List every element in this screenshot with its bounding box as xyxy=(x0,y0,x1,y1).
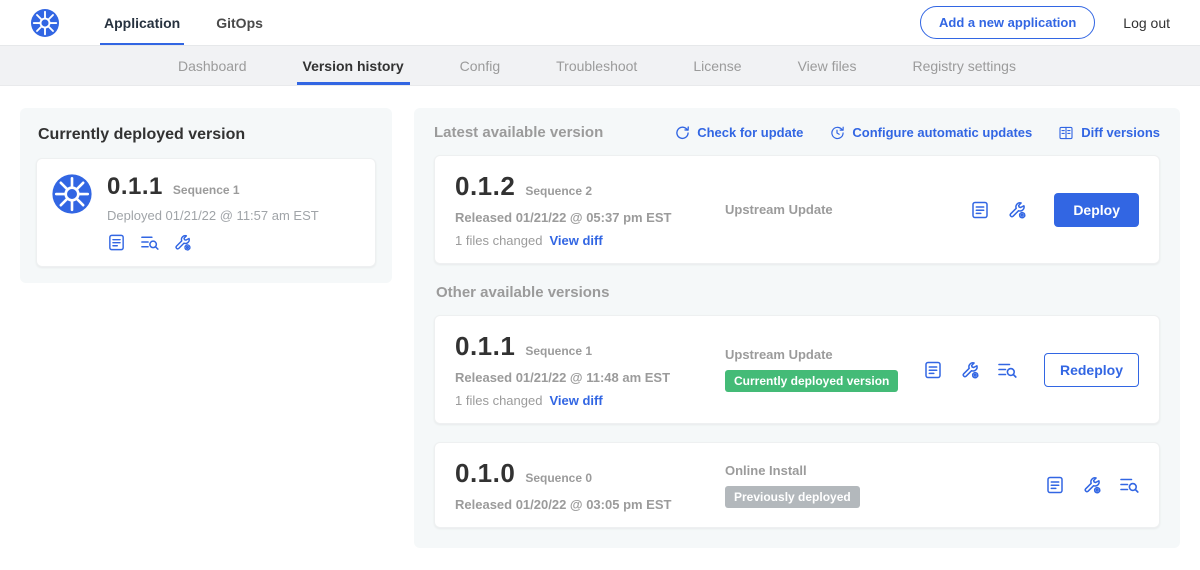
subnav-item-license[interactable]: License xyxy=(665,46,769,85)
app-subnav: Dashboard Version history Config Trouble… xyxy=(0,46,1200,86)
released-timestamp: Released 01/20/22 @ 03:05 pm EST xyxy=(455,497,717,512)
file-diff-icon[interactable] xyxy=(140,233,159,252)
config-icon[interactable] xyxy=(1007,200,1027,220)
sequence-label: Sequence 2 xyxy=(525,184,592,198)
diff-versions-label: Diff versions xyxy=(1081,125,1160,140)
app-logo-icon xyxy=(51,173,93,215)
deployed-version-number: 0.1.1 xyxy=(107,173,163,201)
tab-application[interactable]: Application xyxy=(86,0,198,45)
previously-deployed-badge: Previously deployed xyxy=(725,486,860,508)
files-changed-label: 1 files changed xyxy=(455,233,542,248)
version-source: Upstream Update Currently deployed versi… xyxy=(717,347,923,392)
currently-deployed-badge: Currently deployed version xyxy=(725,370,898,392)
configure-automatic-updates-link[interactable]: Configure automatic updates xyxy=(829,125,1032,141)
version-number: 0.1.2 xyxy=(455,171,515,202)
source-label: Upstream Update xyxy=(725,202,970,217)
deployed-version-info: 0.1.1 Sequence 1 Deployed 01/21/22 @ 11:… xyxy=(107,173,319,252)
add-application-button[interactable]: Add a new application xyxy=(920,6,1095,39)
version-number: 0.1.0 xyxy=(455,458,515,489)
main-tabs: Application GitOps xyxy=(86,0,281,45)
source-label: Online Install xyxy=(725,463,1045,478)
version-card-0-1-1: 0.1.1 Sequence 1 Released 01/21/22 @ 11:… xyxy=(434,315,1160,424)
subnav-item-troubleshoot[interactable]: Troubleshoot xyxy=(528,46,665,85)
tab-gitops[interactable]: GitOps xyxy=(198,0,281,45)
view-diff-link[interactable]: View diff xyxy=(549,233,602,248)
panel-header-actions: Check for update Configure automatic upd… xyxy=(674,125,1160,141)
deployed-actions xyxy=(107,233,319,252)
diff-versions-link[interactable]: Diff versions xyxy=(1058,125,1160,141)
latest-available-title: Latest available version xyxy=(434,124,603,141)
files-changed-label: 1 files changed xyxy=(455,393,542,408)
file-diff-icon[interactable] xyxy=(1119,475,1139,495)
released-timestamp: Released 01/21/22 @ 05:37 pm EST xyxy=(455,210,717,225)
logout-link[interactable]: Log out xyxy=(1123,15,1170,31)
subnav-item-view-files[interactable]: View files xyxy=(770,46,885,85)
check-for-update-label: Check for update xyxy=(697,125,803,140)
subnav-item-config[interactable]: Config xyxy=(432,46,528,85)
version-history-page: Currently deployed version 0.1.1 Sequenc… xyxy=(0,86,1200,570)
tab-gitops-label: GitOps xyxy=(216,15,263,31)
currently-deployed-panel: Currently deployed version 0.1.1 Sequenc… xyxy=(20,108,392,283)
version-source: Online Install Previously deployed xyxy=(717,463,1045,508)
version-info: 0.1.2 Sequence 2 Released 01/21/22 @ 05:… xyxy=(455,171,717,248)
sequence-label: Sequence 1 xyxy=(525,344,592,358)
config-icon[interactable] xyxy=(173,233,192,252)
config-icon[interactable] xyxy=(1082,475,1102,495)
deploy-button[interactable]: Deploy xyxy=(1054,193,1139,227)
source-label: Upstream Update xyxy=(725,347,923,362)
refresh-icon xyxy=(674,125,690,141)
redeploy-button[interactable]: Redeploy xyxy=(1044,353,1139,387)
top-navbar: Application GitOps Add a new application… xyxy=(0,0,1200,46)
deployed-timestamp: Deployed 01/21/22 @ 11:57 am EST xyxy=(107,208,319,223)
version-info: 0.1.0 Sequence 0 Released 01/20/22 @ 03:… xyxy=(455,458,717,512)
released-timestamp: Released 01/21/22 @ 11:48 am EST xyxy=(455,370,717,385)
release-notes-icon[interactable] xyxy=(970,200,990,220)
release-notes-icon[interactable] xyxy=(923,360,943,380)
version-actions: Redeploy xyxy=(923,353,1139,387)
subnav-item-registry-settings[interactable]: Registry settings xyxy=(884,46,1043,85)
config-icon[interactable] xyxy=(960,360,980,380)
other-versions-title: Other available versions xyxy=(436,284,1158,301)
release-notes-icon[interactable] xyxy=(1045,475,1065,495)
subnav-item-version-history[interactable]: Version history xyxy=(275,46,432,85)
diff-versions-icon xyxy=(1058,125,1074,141)
deployed-panel-title: Currently deployed version xyxy=(38,126,374,144)
auto-update-icon xyxy=(829,125,845,141)
check-for-update-link[interactable]: Check for update xyxy=(674,125,803,141)
release-notes-icon[interactable] xyxy=(107,233,126,252)
deployed-sequence-label: Sequence 1 xyxy=(173,183,240,197)
subnav-item-dashboard[interactable]: Dashboard xyxy=(150,46,275,85)
available-versions-panel: Latest available version Check for updat… xyxy=(414,108,1180,548)
configure-automatic-updates-label: Configure automatic updates xyxy=(852,125,1032,140)
version-actions: Deploy xyxy=(970,193,1139,227)
version-info: 0.1.1 Sequence 1 Released 01/21/22 @ 11:… xyxy=(455,331,717,408)
sequence-label: Sequence 0 xyxy=(525,471,592,485)
version-card-0-1-0: 0.1.0 Sequence 0 Released 01/20/22 @ 03:… xyxy=(434,442,1160,528)
version-number: 0.1.1 xyxy=(455,331,515,362)
version-card-0-1-2: 0.1.2 Sequence 2 Released 01/21/22 @ 05:… xyxy=(434,155,1160,264)
available-panel-header: Latest available version Check for updat… xyxy=(434,124,1160,141)
deployed-version-card: 0.1.1 Sequence 1 Deployed 01/21/22 @ 11:… xyxy=(36,158,376,267)
kubernetes-logo xyxy=(30,8,60,38)
view-diff-link[interactable]: View diff xyxy=(549,393,602,408)
version-source: Upstream Update xyxy=(717,202,970,217)
tab-application-label: Application xyxy=(104,15,180,31)
version-actions xyxy=(1045,475,1139,495)
file-diff-icon[interactable] xyxy=(997,360,1017,380)
